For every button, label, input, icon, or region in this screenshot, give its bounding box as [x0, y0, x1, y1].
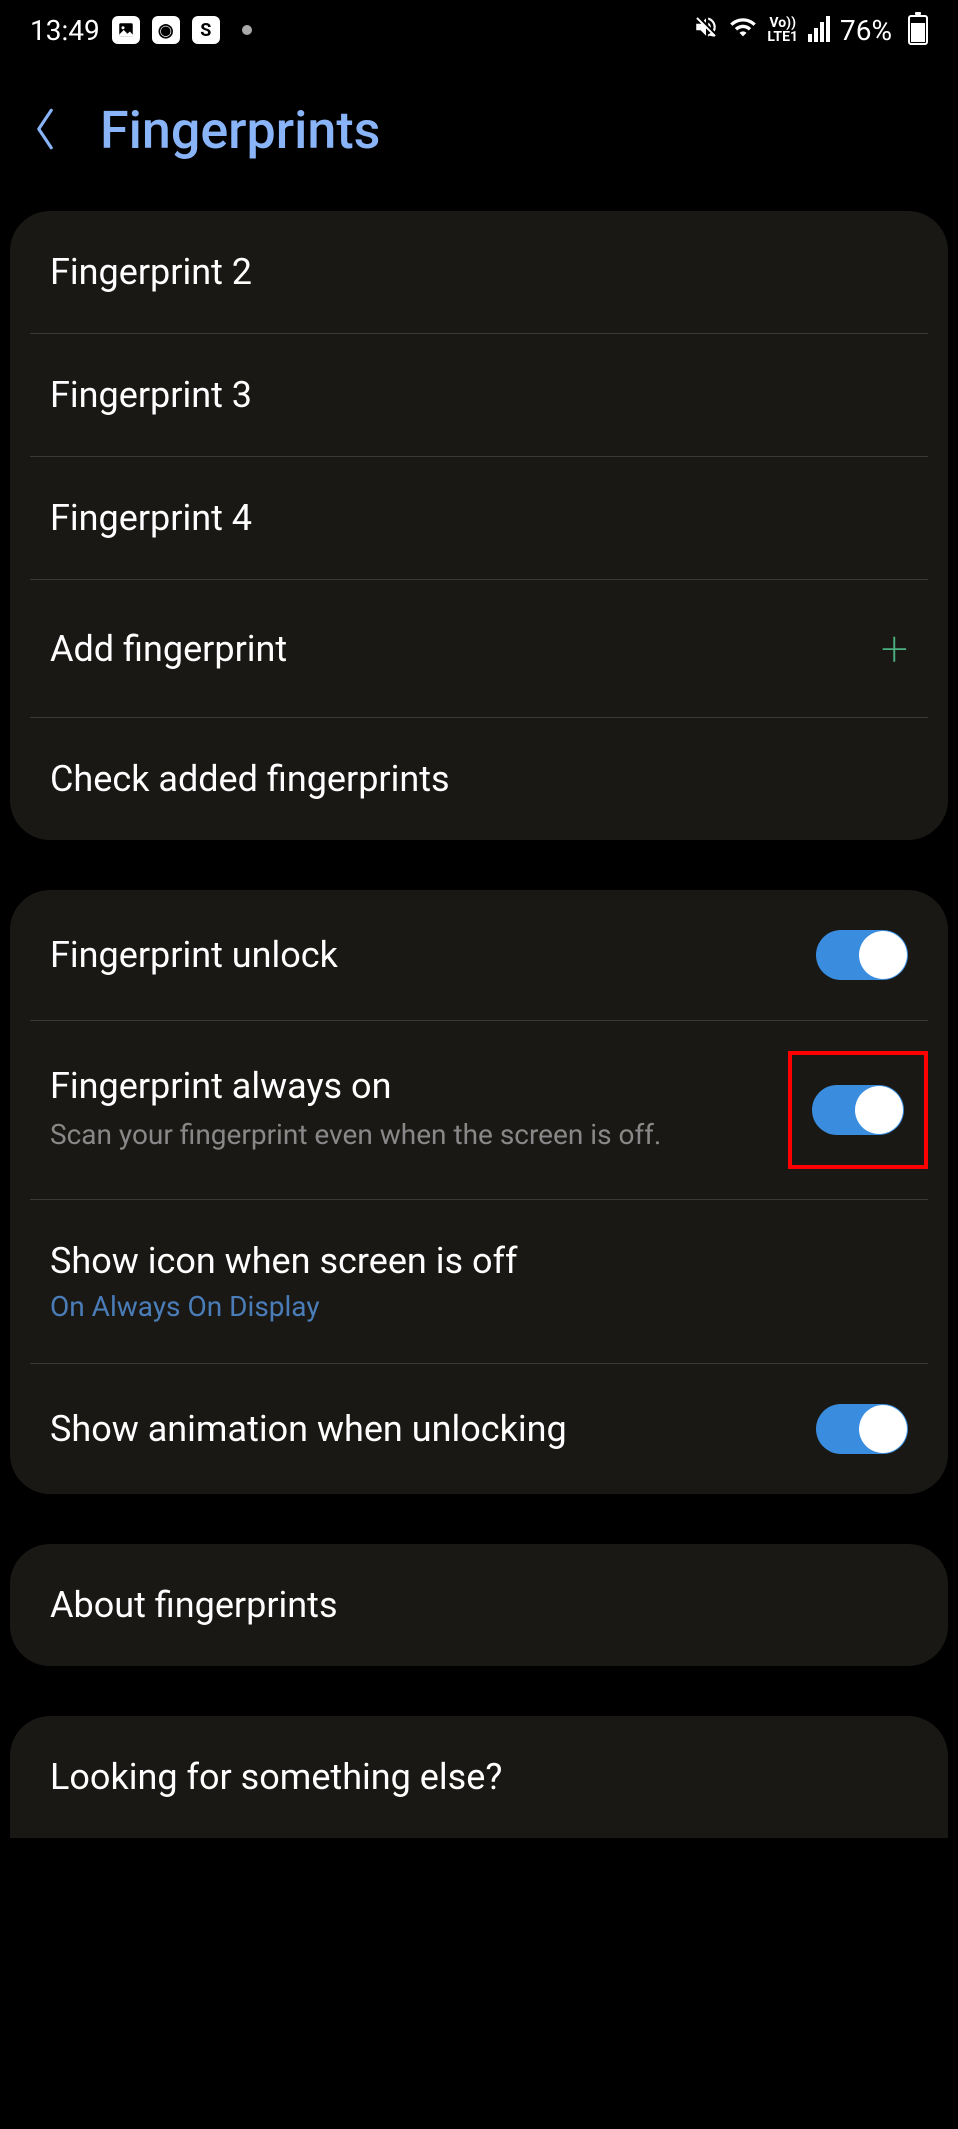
fingerprint-unlock-title: Fingerprint unlock: [50, 934, 816, 976]
fingerprint-always-on-title: Fingerprint always on: [50, 1065, 758, 1107]
header: Fingerprints: [0, 60, 958, 211]
app-icon-1: ◉: [152, 16, 180, 44]
plus-icon: +: [881, 620, 908, 677]
fingerprint-label: Fingerprint 4: [50, 497, 252, 539]
add-fingerprint-label: Add fingerprint: [50, 628, 287, 670]
show-animation-title: Show animation when unlocking: [50, 1408, 816, 1450]
fingerprint-always-on-toggle[interactable]: [812, 1085, 904, 1135]
battery-icon: [908, 15, 928, 45]
wifi-icon: [729, 13, 757, 48]
more-dot-icon: [242, 25, 252, 35]
status-time: 13:49: [30, 14, 100, 47]
app-icon-s: S: [192, 16, 220, 44]
signal-icon: [808, 18, 830, 42]
fingerprints-card: Fingerprint 2 Fingerprint 3 Fingerprint …: [10, 211, 948, 840]
search-title: Looking for something else?: [50, 1756, 502, 1798]
back-button[interactable]: [30, 104, 60, 158]
fingerprint-label: Fingerprint 2: [50, 251, 252, 293]
show-icon-subtitle: On Always On Display: [50, 1290, 908, 1323]
fingerprint-item[interactable]: Fingerprint 4: [30, 457, 928, 580]
fingerprint-unlock-item[interactable]: Fingerprint unlock: [30, 890, 928, 1021]
about-fingerprints-label: About fingerprints: [50, 1584, 338, 1626]
highlight-annotation: [788, 1051, 928, 1169]
show-animation-toggle[interactable]: [816, 1404, 908, 1454]
about-card: About fingerprints: [10, 1544, 948, 1666]
check-fingerprints-label: Check added fingerprints: [50, 758, 450, 800]
lte-indicator: Vo)) LTE1: [767, 16, 798, 44]
fingerprint-unlock-toggle[interactable]: [816, 930, 908, 980]
gallery-icon: [112, 16, 140, 44]
status-bar: 13:49 ◉ S Vo)) LTE1 76%: [0, 0, 958, 60]
check-fingerprints-item[interactable]: Check added fingerprints: [30, 718, 928, 840]
settings-card: Fingerprint unlock Fingerprint always on…: [10, 890, 948, 1494]
show-icon-title: Show icon when screen is off: [50, 1240, 908, 1282]
add-fingerprint-item[interactable]: Add fingerprint +: [30, 580, 928, 718]
fingerprint-item[interactable]: Fingerprint 2: [30, 211, 928, 334]
page-title: Fingerprints: [100, 100, 380, 161]
fingerprint-label: Fingerprint 3: [50, 374, 252, 416]
show-icon-item[interactable]: Show icon when screen is off On Always O…: [30, 1200, 928, 1364]
battery-percent: 76%: [840, 14, 892, 47]
status-right: Vo)) LTE1 76%: [693, 13, 928, 48]
fingerprint-always-on-subtitle: Scan your fingerprint even when the scre…: [50, 1115, 758, 1154]
mute-icon: [693, 14, 719, 47]
about-fingerprints-item[interactable]: About fingerprints: [30, 1544, 928, 1666]
fingerprint-always-on-item[interactable]: Fingerprint always on Scan your fingerpr…: [30, 1021, 928, 1200]
search-card: Looking for something else?: [10, 1716, 948, 1838]
fingerprint-item[interactable]: Fingerprint 3: [30, 334, 928, 457]
status-left: 13:49 ◉ S: [30, 14, 252, 47]
show-animation-item[interactable]: Show animation when unlocking: [30, 1364, 928, 1494]
